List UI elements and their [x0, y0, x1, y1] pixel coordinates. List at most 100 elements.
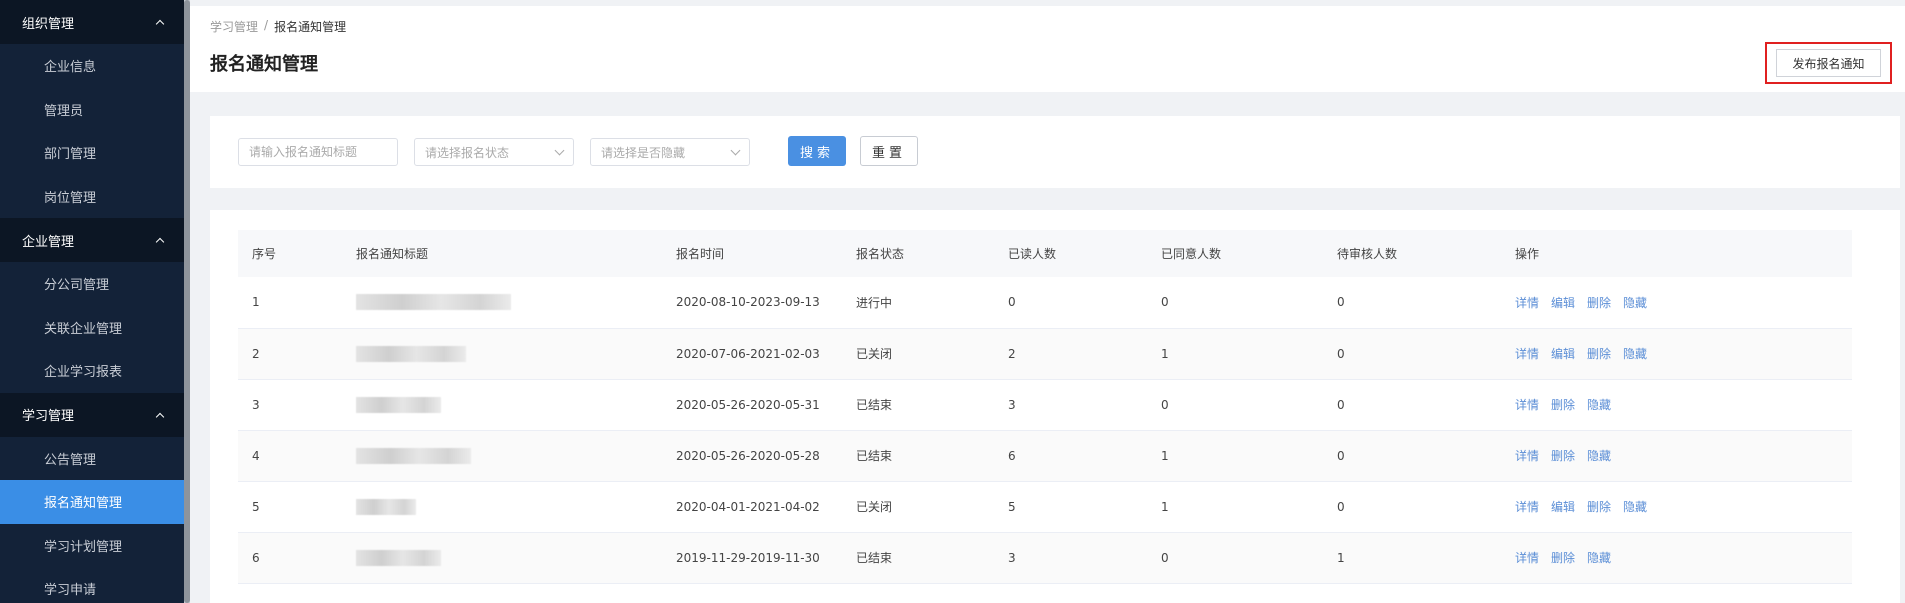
sidebar-item-study-apply[interactable]: 学习申请: [0, 567, 184, 603]
row-action-link[interactable]: 详情: [1515, 449, 1539, 463]
sidebar-group-learning[interactable]: 学习管理: [0, 392, 184, 437]
status-select-placeholder: 请选择报名状态: [425, 145, 510, 160]
row-index: 3: [252, 397, 260, 412]
title-search-input[interactable]: [249, 145, 397, 159]
sidebar-group-enterprise[interactable]: 企业管理: [0, 218, 184, 262]
row-action-link[interactable]: 删除: [1587, 500, 1611, 514]
redacted-title: [356, 345, 466, 362]
title-search-field[interactable]: [238, 138, 398, 166]
hidden-select-placeholder: 请选择是否隐藏: [601, 145, 686, 160]
row-action-link[interactable]: 删除: [1551, 551, 1575, 565]
breadcrumb-separator: /: [264, 18, 269, 32]
row-index: 2: [252, 346, 260, 361]
status-select[interactable]: 请选择报名状态: [414, 138, 574, 166]
row-index: 1: [252, 295, 260, 310]
table-row: 1 2020-08-10-2023-09-13 进行中 0 0 0 详情 编辑 删除 隐藏: [238, 277, 1852, 328]
row-time: 2019-11-29-2019-11-30: [676, 550, 820, 565]
chevron-up-icon: [156, 18, 164, 26]
table-row: 2 2020-07-06-2021-02-03 已关闭 2 1 0 详情 编辑 删除 隐藏: [238, 328, 1852, 379]
row-title: [342, 532, 662, 583]
row-action-link[interactable]: 详情: [1515, 500, 1539, 514]
row-pending-count: 0: [1337, 499, 1345, 514]
row-pending-count: 0: [1337, 346, 1345, 361]
highlight-box: 发布报名通知: [1765, 42, 1892, 84]
sidebar-item-signup-notice[interactable]: 报名通知管理: [0, 480, 184, 524]
table-row: 3 2020-05-26-2020-05-31 已结束 3 0 0 详情 删除 隐藏: [238, 379, 1852, 430]
row-read-count: 5: [1008, 499, 1016, 514]
search-button[interactable]: 搜索: [788, 136, 846, 166]
sidebar-group-org[interactable]: 组织管理: [0, 0, 184, 44]
reset-button[interactable]: 重置: [860, 136, 918, 166]
row-actions: 详情 编辑 删除 隐藏: [1501, 481, 1852, 532]
row-actions: 详情 编辑 删除 隐藏: [1501, 277, 1852, 328]
column-header: 已同意人数: [1161, 247, 1222, 261]
breadcrumb-parent[interactable]: 学习管理: [210, 18, 258, 35]
sidebar-group-label: 学习管理: [22, 409, 75, 424]
row-read-count: 0: [1008, 295, 1016, 310]
row-pending-count: 0: [1337, 295, 1345, 310]
hidden-select[interactable]: 请选择是否隐藏: [590, 138, 750, 166]
row-time: 2020-04-01-2021-04-02: [676, 499, 820, 514]
sidebar-item-department[interactable]: 部门管理: [0, 131, 184, 175]
row-action-link[interactable]: 删除: [1551, 449, 1575, 463]
row-action-link[interactable]: 详情: [1515, 398, 1539, 412]
table-card: 序号 报名通知标题 报名时间 报名状态 已读人数 已同意人数 待审核人数 操作 …: [210, 210, 1900, 603]
redacted-title: [356, 498, 416, 515]
column-header: 报名通知标题: [356, 247, 429, 261]
row-action-link[interactable]: 隐藏: [1623, 296, 1647, 310]
row-action-link[interactable]: 隐藏: [1623, 347, 1647, 361]
row-index: 6: [252, 550, 260, 565]
row-status: 已结束: [856, 398, 893, 412]
sidebar-item-announcement[interactable]: 公告管理: [0, 436, 184, 480]
filter-bar: 请选择报名状态 请选择是否隐藏 搜索 重置: [210, 116, 1900, 188]
row-action-link[interactable]: 详情: [1515, 347, 1539, 361]
row-action-link[interactable]: 删除: [1551, 398, 1575, 412]
row-actions: 详情 删除 隐藏: [1501, 430, 1852, 481]
sidebar-item-related-company[interactable]: 关联企业管理: [0, 305, 184, 349]
row-title: [342, 328, 662, 379]
row-action-link[interactable]: 详情: [1515, 551, 1539, 565]
row-status: 已关闭: [856, 347, 893, 361]
row-index: 4: [252, 448, 260, 463]
chevron-down-icon: [554, 145, 565, 156]
sidebar-group-label: 企业管理: [22, 234, 75, 250]
sidebar-item-position[interactable]: 岗位管理: [0, 174, 184, 218]
row-pending-count: 1: [1337, 550, 1345, 565]
row-status: 进行中: [856, 295, 893, 310]
row-action-link[interactable]: 隐藏: [1587, 398, 1611, 412]
notice-table: 序号 报名通知标题 报名时间 报名状态 已读人数 已同意人数 待审核人数 操作 …: [238, 230, 1852, 584]
redacted-title: [356, 294, 511, 311]
row-action-link[interactable]: 详情: [1515, 296, 1539, 310]
row-action-link[interactable]: 隐藏: [1623, 500, 1647, 514]
row-action-link[interactable]: 编辑: [1551, 296, 1575, 310]
sidebar-group-label: 组织管理: [22, 16, 75, 32]
column-header: 操作: [1515, 247, 1540, 261]
publish-notice-button[interactable]: 发布报名通知: [1776, 49, 1881, 77]
table-row: 4 2020-05-26-2020-05-28 已结束 6 1 0 详情 删除 隐藏: [238, 430, 1852, 481]
row-action-link[interactable]: 隐藏: [1587, 551, 1611, 565]
row-index: 5: [252, 499, 260, 514]
row-read-count: 2: [1008, 346, 1016, 361]
chevron-up-icon: [156, 411, 164, 419]
row-action-link[interactable]: 编辑: [1551, 500, 1575, 514]
breadcrumb-current: 报名通知管理: [274, 20, 347, 34]
sidebar-item-branch[interactable]: 分公司管理: [0, 262, 184, 306]
row-action-link[interactable]: 删除: [1587, 296, 1611, 310]
row-agreed-count: 0: [1161, 550, 1169, 565]
row-action-link[interactable]: 编辑: [1551, 347, 1575, 361]
table-row: 6 2019-11-29-2019-11-30 已结束 3 0 1 详情 删除 隐藏: [238, 532, 1852, 583]
row-action-link[interactable]: 删除: [1587, 347, 1611, 361]
sidebar-item-study-report[interactable]: 企业学习报表: [0, 349, 184, 393]
sidebar-item-admin[interactable]: 管理员: [0, 87, 184, 131]
column-header: 已读人数: [1008, 247, 1057, 261]
sidebar: 组织管理 企业信息 管理员 部门管理 岗位管理 企业管理 分公司管理 关联企业管…: [0, 0, 184, 603]
row-title: [342, 379, 662, 430]
row-action-link[interactable]: 隐藏: [1587, 449, 1611, 463]
row-read-count: 6: [1008, 448, 1016, 463]
column-header: 报名时间: [676, 247, 725, 261]
sidebar-item-study-plan[interactable]: 学习计划管理: [0, 523, 184, 567]
row-read-count: 3: [1008, 397, 1016, 412]
sidebar-item-company-info[interactable]: 企业信息: [0, 44, 184, 88]
redacted-title: [356, 549, 441, 566]
row-actions: 详情 编辑 删除 隐藏: [1501, 328, 1852, 379]
